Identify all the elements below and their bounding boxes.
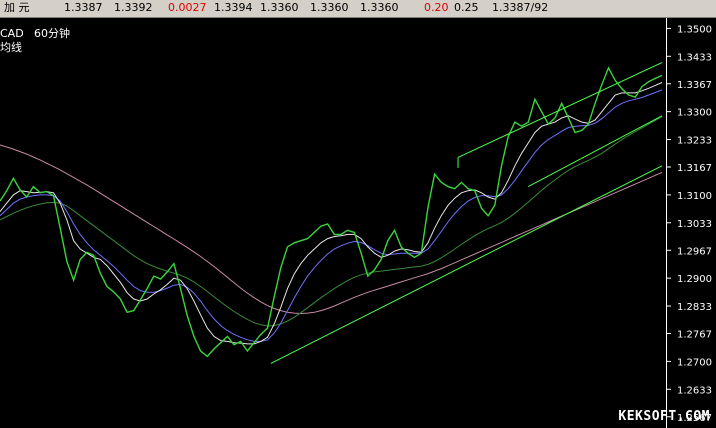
quote-field: 1.3392 <box>114 1 153 14</box>
y-tick-label: 1.2767 <box>677 330 712 341</box>
quote-field: 1.3360 <box>360 1 399 14</box>
y-tick-label: 1.3367 <box>677 80 712 91</box>
quote-field: 1.3387/92 <box>492 1 549 14</box>
y-tick-label: 1.3100 <box>677 191 712 202</box>
quote-field: 1.3387 <box>64 1 103 14</box>
quote-field: 0.25 <box>454 1 479 14</box>
y-tick-label: 1.3500 <box>677 24 712 35</box>
y-tick-label: 1.3233 <box>677 136 712 147</box>
y-tick-label: 1.2967 <box>677 246 712 257</box>
y-tick-label: 1.3300 <box>677 108 712 119</box>
quote-field: 1.3360 <box>260 1 299 14</box>
y-tick-label: 1.3167 <box>677 163 712 174</box>
y-tick-label: 1.2700 <box>677 357 712 368</box>
period-label: 60分钟 <box>34 27 70 40</box>
quote-field: 1.3394 <box>214 1 253 14</box>
symbol-label: CAD <box>0 27 24 40</box>
watermark-logo: KEKSOFT.COM <box>618 409 710 424</box>
currency-name: 加 元 <box>4 1 30 14</box>
y-tick-label: 1.3433 <box>677 52 712 63</box>
indicator-label: 均线 <box>0 41 22 54</box>
price-chart[interactable]: 1.3500 1.3433 1.3367 1.3300 1.3233 1.3167 1.31… <box>0 18 716 428</box>
y-tick-label: 1.2833 <box>677 302 712 313</box>
quote-field: 1.3360 <box>310 1 349 14</box>
plot-background <box>0 18 716 428</box>
y-tick-label: 1.2900 <box>677 274 712 285</box>
quote-field: 0.20 <box>424 1 449 14</box>
quote-field: 0.0027 <box>168 1 207 14</box>
quote-bar: 加 元 1.3387 1.3392 0.0027 1.3394 1.3360 1… <box>0 0 716 18</box>
y-tick-label: 1.2633 <box>677 385 712 396</box>
y-tick-label: 1.3033 <box>677 219 712 230</box>
